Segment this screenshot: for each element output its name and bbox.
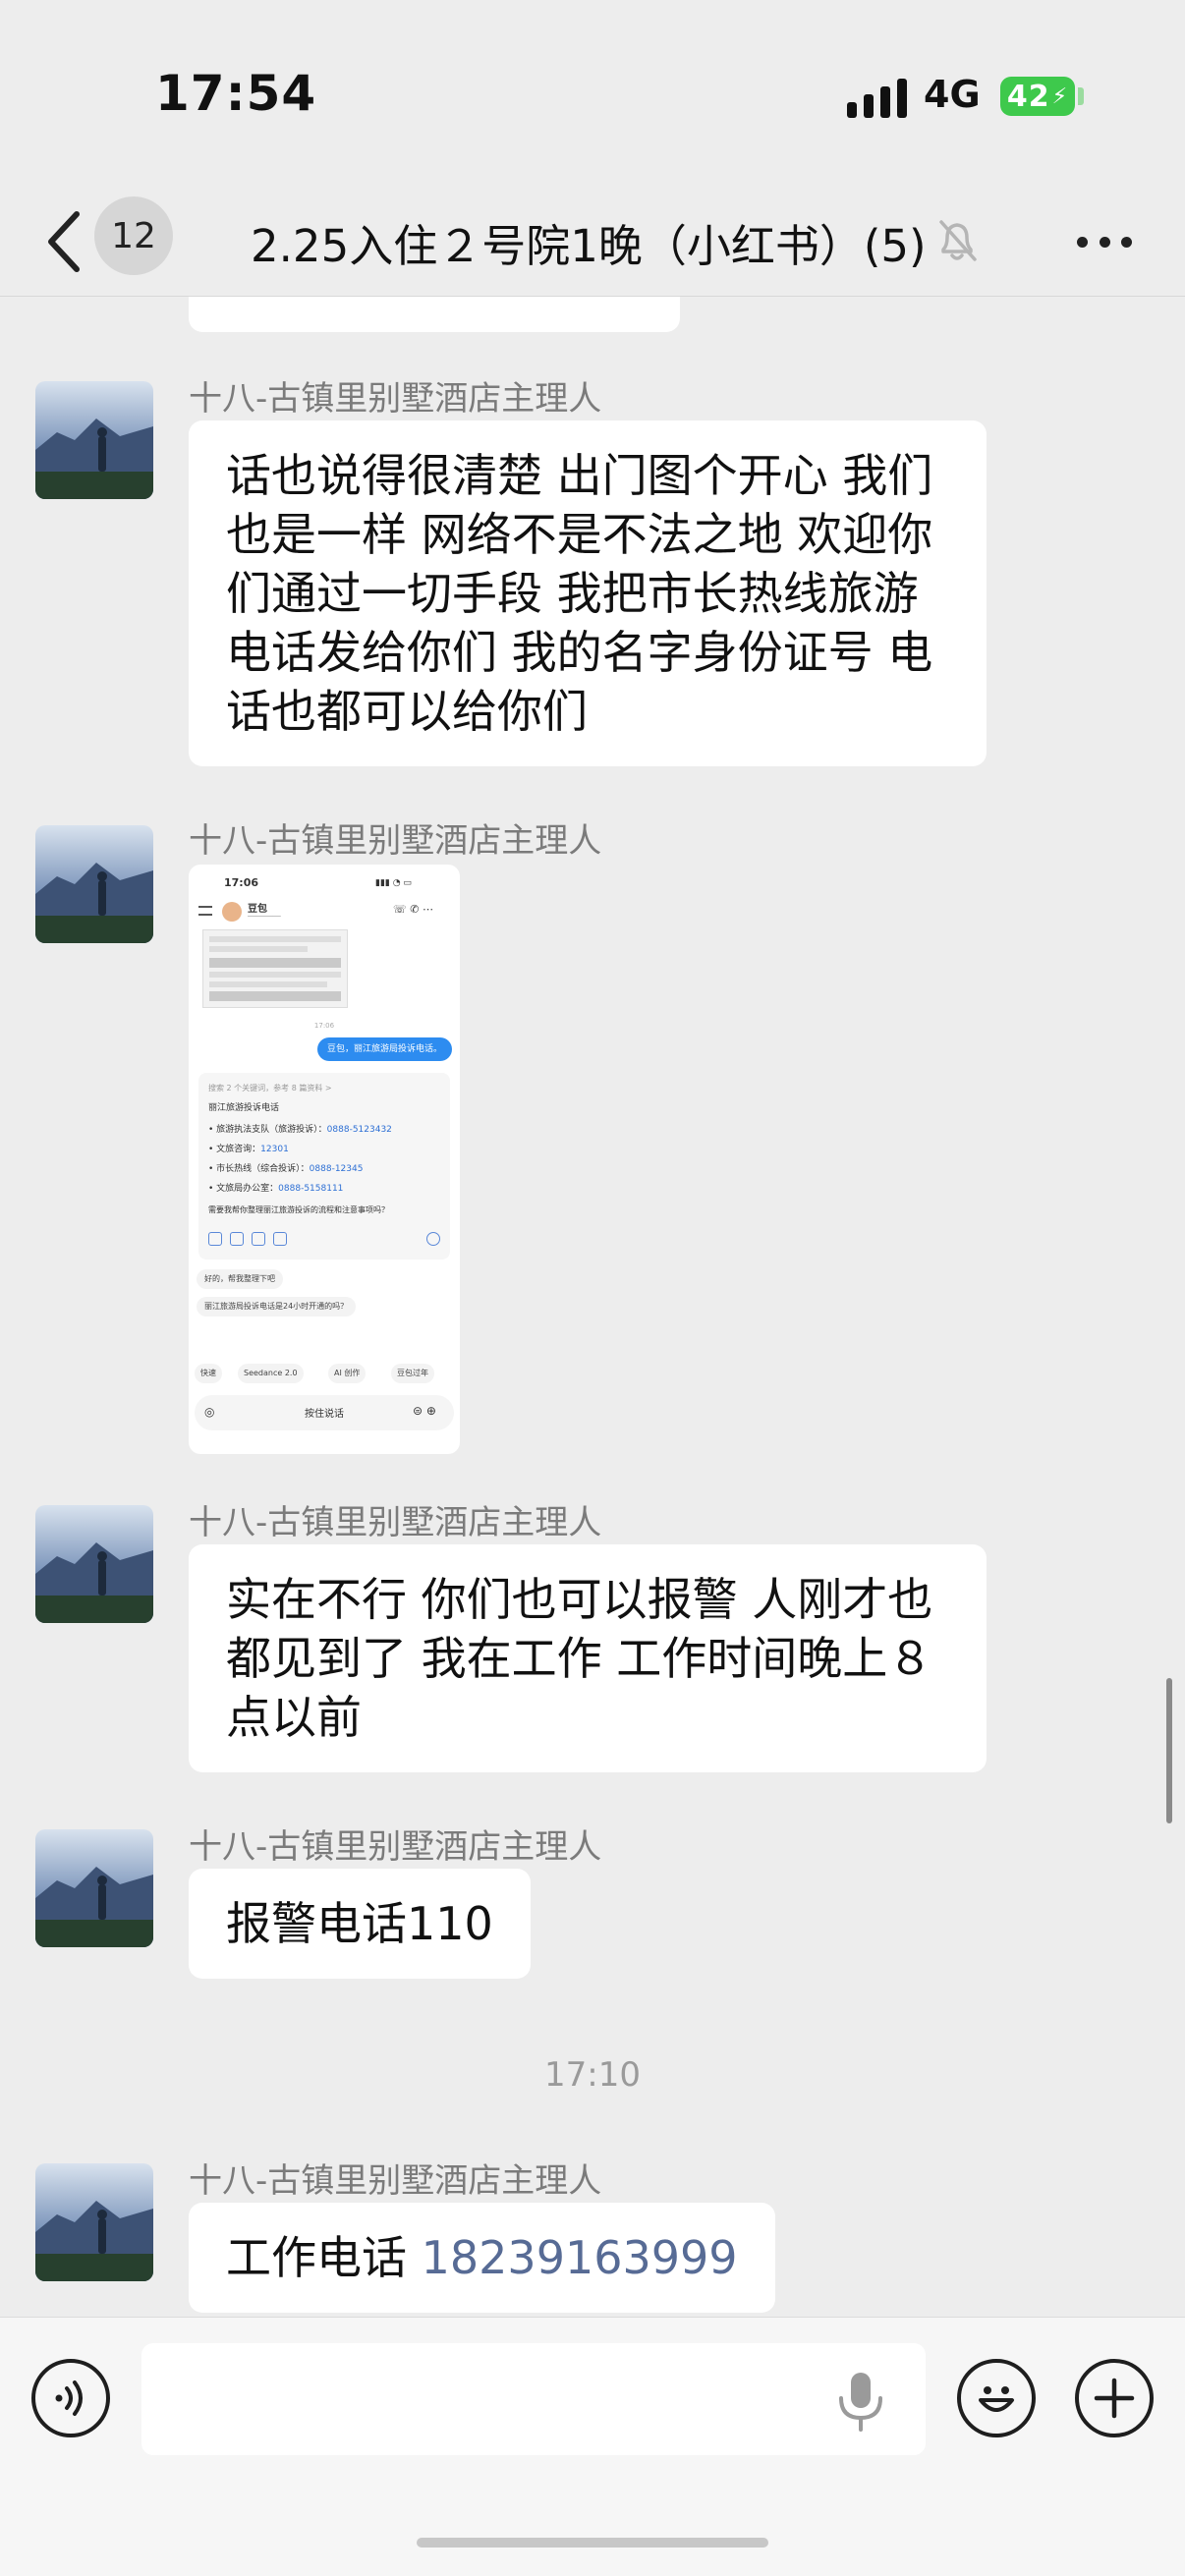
message-bubble[interactable]: 实在不行 你们也可以报警 人刚才也都见到了 我在工作 工作时间晚上８点以前 — [189, 1544, 987, 1772]
message-text: 话也说得很清楚 出门图个开心 我们也是一样 网络不是不法之地 欢迎你们通过一切手… — [226, 449, 933, 738]
image-input-icons: ⊜ ⊕ — [413, 1404, 436, 1418]
unread-count-badge[interactable]: 12 — [94, 196, 173, 275]
image-tool-chip: AI 创作 — [328, 1364, 367, 1383]
message-bubble[interactable]: 话也说得很清楚 出门图个开心 我们也是一样 网络不是不法之地 欢迎你们通过一切手… — [189, 420, 987, 766]
avatar[interactable] — [35, 381, 153, 499]
image-contact-subtitle: ──────── — [248, 913, 281, 921]
microphone-icon[interactable] — [833, 2369, 888, 2432]
message-text: 实在不行 你们也可以报警 人刚才也都见到了 我在工作 工作时间晚上８点以前 — [226, 1573, 933, 1744]
image-message[interactable]: 17:06 ▮▮▮ ◔ ▭ 豆包 ──────── ☏ ✆ ⋯ 17:06 豆包… — [189, 865, 460, 1454]
sender-name: 十八-古镇里别墅酒店主理人 — [189, 2161, 602, 2201]
plus-icon — [1094, 2378, 1135, 2419]
avatar[interactable] — [35, 1505, 153, 1623]
chat-header: 12 2.25入住２号院1晚（小红书）(5) — [0, 187, 1185, 297]
message-text: 工作电话 — [226, 2231, 422, 2284]
chat-title[interactable]: 2.25入住２号院1晚（小红书）(5) — [251, 204, 927, 279]
image-follow-up: 需要我帮你整理丽江旅游投诉的流程和注意事项吗？ — [208, 1205, 389, 1214]
avatar-image — [35, 1829, 153, 1947]
image-status-icons: ▮▮▮ ◔ ▭ — [375, 878, 412, 888]
avatar[interactable] — [35, 2163, 153, 2281]
avatar-image — [35, 825, 153, 943]
image-item-label: • 文旅局办公室： — [208, 1184, 279, 1194]
signal-icon — [847, 79, 908, 118]
phone-link[interactable]: 18239163999 — [422, 2231, 738, 2284]
image-item: • 文旅咨询：12301 — [208, 1142, 289, 1154]
image-item-label: • 市长热线（综合投诉）： — [208, 1164, 310, 1174]
image-item-label: • 旅游执法支队（旅游投诉）： — [208, 1125, 327, 1135]
message-bubble[interactable]: 报警电话110 — [189, 1869, 531, 1979]
message-input[interactable] — [141, 2343, 926, 2455]
message-list[interactable]: 十八-古镇里别墅酒店主理人 话也说得很清楚 出门图个开心 我们也是一样 网络不是… — [0, 297, 1185, 2317]
back-chevron-icon[interactable] — [41, 204, 88, 279]
avatar-image — [35, 1505, 153, 1623]
menu-icon — [198, 906, 212, 916]
battery-level: 42 — [1006, 79, 1050, 114]
message-text: 报警电话110 — [226, 1897, 493, 1950]
sender-name: 十八-古镇里别墅酒店主理人 — [189, 379, 602, 419]
image-tool-chip: Seedance 2.0 — [238, 1364, 304, 1383]
image-item-value: 12301 — [260, 1145, 289, 1154]
image-search-meta: 搜索 2 个关键词，参考 8 篇资料 > — [208, 1084, 332, 1092]
more-icon[interactable] — [1077, 218, 1132, 265]
time-separator: 17:10 — [544, 2055, 641, 2095]
image-item: • 市长热线（综合投诉）：0888-12345 — [208, 1161, 363, 1174]
image-answer-card: 搜索 2 个关键词，参考 8 篇资料 > 丽江旅游投诉电话 • 旅游执法支队（旅… — [198, 1073, 450, 1260]
voice-icon — [55, 2380, 83, 2416]
plus-button[interactable] — [1075, 2359, 1154, 2437]
image-header: 豆包 ──────── ☏ ✆ ⋯ — [198, 900, 450, 925]
status-time: 17:54 — [155, 65, 317, 122]
network-type: 4G — [924, 73, 981, 116]
sender-name: 十八-古镇里别墅酒店主理人 — [189, 1503, 602, 1542]
image-tool-chip: 快速 — [195, 1364, 222, 1383]
image-item-value: 0888-5158111 — [278, 1184, 344, 1194]
image-item-value: 0888-12345 — [309, 1164, 364, 1174]
emoji-icon — [979, 2386, 1014, 2412]
scroll-indicator[interactable] — [1166, 1678, 1172, 1823]
image-input-bar: ◎ 按住说话 ⊜ ⊕ — [195, 1395, 454, 1430]
image-user-message: 豆包，丽江旅游局投诉电话。 — [316, 1037, 452, 1061]
avatar[interactable] — [35, 1829, 153, 1947]
image-item: • 旅游执法支队（旅游投诉）：0888-5123432 — [208, 1122, 392, 1135]
image-item: • 文旅局办公室：0888-5158111 — [208, 1181, 343, 1194]
sender-name: 十八-古镇里别墅酒店主理人 — [189, 1827, 602, 1867]
voice-button[interactable] — [31, 2359, 110, 2437]
image-item-label: • 文旅咨询： — [208, 1145, 261, 1154]
image-answer-title: 丽江旅游投诉电话 — [208, 1103, 280, 1113]
image-tool-chip: 豆包过年 — [391, 1364, 434, 1383]
battery-icon: 42 ⚡ — [1000, 77, 1075, 116]
image-suggestion-chip: 丽江旅游局投诉电话是24小时开通的吗？ — [197, 1297, 357, 1316]
mute-bell-icon — [939, 220, 977, 261]
previous-message-bubble — [189, 297, 680, 332]
battery-tip — [1078, 87, 1084, 105]
home-indicator[interactable] — [417, 2538, 768, 2548]
image-header-icons: ☏ ✆ ⋯ — [393, 903, 433, 916]
avatar[interactable] — [35, 825, 153, 943]
status-bar: 17:54 4G 42 ⚡ — [0, 0, 1185, 187]
image-table-thumbnail — [202, 929, 348, 1008]
avatar-image — [35, 381, 153, 499]
sender-name: 十八-古镇里别墅酒店主理人 — [189, 821, 602, 861]
image-action-icons — [208, 1230, 440, 1250]
image-status-time: 17:06 — [224, 876, 259, 889]
avatar-image — [35, 2163, 153, 2281]
emoji-button[interactable] — [957, 2359, 1036, 2437]
image-timestamp: 17:06 — [313, 1022, 335, 1030]
input-bar — [0, 2317, 1185, 2576]
image-contact-avatar — [222, 902, 242, 922]
image-item-value: 0888-5123432 — [326, 1125, 392, 1135]
message-bubble[interactable]: 工作电话 18239163999 — [189, 2203, 775, 2313]
image-suggestion-chip: 好的，帮我整理下吧 — [197, 1269, 283, 1289]
